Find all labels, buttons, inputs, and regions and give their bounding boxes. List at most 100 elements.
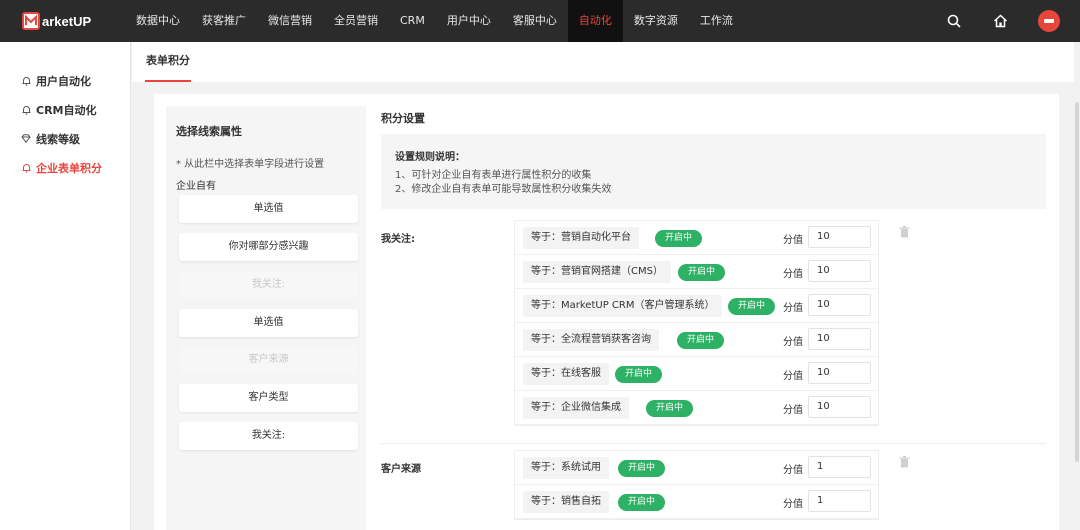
- score-input[interactable]: 10: [808, 226, 871, 248]
- score-rule-row: 等于：系统试用 开启中 分值 1: [515, 451, 878, 485]
- score-input[interactable]: 10: [808, 260, 871, 282]
- score-rule-row: 等于：销售自拓 开启中 分值 1: [515, 485, 878, 519]
- sidebar-item-label: 企业表单积分: [36, 161, 102, 175]
- score-input[interactable]: 1: [808, 490, 871, 512]
- search-icon[interactable]: [946, 13, 962, 29]
- rule-condition: 等于：销售自拓: [523, 491, 609, 513]
- nav-user-center[interactable]: 用户中心: [436, 0, 502, 42]
- attribute-item: 我关注:: [179, 271, 358, 299]
- score-label: 分值: [783, 465, 803, 476]
- status-toggle[interactable]: 开启中: [618, 460, 666, 477]
- score-rule-list: 等于：营销自动化平台 开启中 分值 10 等于：营销官网搭建（CMS） 开启中 分值 10 等于…: [514, 220, 879, 426]
- home-icon[interactable]: [992, 13, 1008, 29]
- tab-bar: 表单积分: [132, 42, 1080, 82]
- nav-automation[interactable]: 自动化: [567, 0, 623, 42]
- rule-condition: 等于：企业微信集成: [523, 397, 629, 419]
- rule-condition: 等于：在线客服: [523, 363, 609, 385]
- status-toggle[interactable]: 开启中: [615, 366, 663, 383]
- attribute-item[interactable]: 我关注:: [179, 422, 358, 450]
- attribute-group-label: 企业自有: [176, 181, 216, 192]
- sidebar-item-label: 线索等级: [36, 132, 80, 146]
- logo-text: arketUP: [42, 13, 92, 29]
- score-label: 分值: [783, 269, 803, 280]
- score-input[interactable]: 10: [808, 396, 871, 418]
- rule-condition: 等于：全流程营销获客咨询: [523, 329, 659, 351]
- status-toggle[interactable]: 开启中: [618, 494, 666, 511]
- score-input[interactable]: 10: [808, 328, 871, 350]
- nav-all-staff-marketing[interactable]: 全员营销: [323, 0, 389, 42]
- marketup-logo[interactable]: arketUP: [22, 0, 125, 42]
- attribute-item[interactable]: 单选值: [179, 195, 358, 223]
- score-label: 分值: [783, 499, 803, 510]
- group-label: 客户来源: [381, 464, 421, 475]
- group-label: 我关注:: [381, 234, 415, 245]
- sidebar-item-user-automation[interactable]: 用户自动化: [0, 66, 130, 95]
- attribute-title: 选择线索属性: [176, 125, 242, 138]
- trash-icon[interactable]: [899, 456, 911, 469]
- bell-icon: [21, 163, 31, 173]
- avatar[interactable]: [1038, 10, 1060, 32]
- tab-form-score[interactable]: 表单积分: [145, 42, 191, 82]
- nav-digital-assets[interactable]: 数字资源: [623, 0, 689, 42]
- sidebar-item-form-score[interactable]: 企业表单积分: [0, 153, 130, 182]
- nav-wechat-marketing[interactable]: 微信营销: [257, 0, 323, 42]
- attribute-item[interactable]: 单选值: [179, 309, 358, 337]
- attribute-item: 客户来源: [179, 346, 358, 374]
- nav-workflow[interactable]: 工作流: [689, 0, 744, 42]
- top-nav-bar: arketUP 数据中心 获客推广 微信营销 全员营销 CRM 用户中心 客服中心 自动化 数字…: [0, 0, 1080, 42]
- score-label: 分值: [783, 337, 803, 348]
- sidebar-item-label: CRM自动化: [36, 103, 97, 117]
- rules-line: 2、修改企业自有表单可能导致属性积分收集失效: [395, 184, 612, 195]
- diamond-icon: [21, 134, 31, 144]
- nav-data-center[interactable]: 数据中心: [125, 0, 191, 42]
- group-divider: [381, 443, 1046, 444]
- nav-service-center[interactable]: 客服中心: [502, 0, 568, 42]
- trash-icon[interactable]: [899, 226, 911, 239]
- status-toggle[interactable]: 开启中: [646, 400, 694, 417]
- score-label: 分值: [783, 303, 803, 314]
- rule-condition: 等于：营销自动化平台: [523, 227, 639, 249]
- score-rule-row: 等于：营销官网搭建（CMS） 开启中 分值 10: [515, 255, 878, 289]
- rule-condition: 等于：MarketUP CRM（客户管理系统）: [523, 295, 723, 317]
- score-rule-row: 等于：全流程营销获客咨询 开启中 分值 10: [515, 323, 878, 357]
- score-rule-list: 等于：系统试用 开启中 分值 1 等于：销售自拓 开启中 分值 1: [514, 450, 879, 520]
- rule-condition: 等于：营销官网搭建（CMS）: [523, 261, 671, 283]
- page-scrollbar[interactable]: [1074, 42, 1080, 530]
- score-label: 分值: [783, 235, 803, 246]
- attribute-item[interactable]: 你对哪部分感兴趣: [179, 233, 358, 261]
- settings-title: 积分设置: [381, 112, 425, 125]
- score-input[interactable]: 10: [808, 362, 871, 384]
- content-panel: 选择线索属性 * 从此栏中选择表单字段进行设置 企业自有 单选值 你对哪部分感兴趣…: [154, 94, 1059, 530]
- rule-condition: 等于：系统试用: [523, 457, 609, 479]
- score-rule-row: 等于：营销自动化平台 开启中 分值 10: [515, 221, 878, 255]
- attribute-item[interactable]: 客户类型: [179, 384, 358, 412]
- sidebar-item-label: 用户自动化: [36, 74, 91, 88]
- attribute-hint: * 从此栏中选择表单字段进行设置: [176, 159, 325, 170]
- sidebar-item-crm-automation[interactable]: CRM自动化: [0, 95, 130, 124]
- status-toggle[interactable]: 开启中: [728, 298, 776, 315]
- rules-box: 设置规则说明： 1、可针对企业自有表单进行属性积分的收集 2、修改企业自有表单可…: [381, 134, 1046, 209]
- score-label: 分值: [783, 405, 803, 416]
- bell-icon: [21, 76, 31, 86]
- sidebar: 用户自动化 CRM自动化 线索等级企业表单积分: [0, 42, 131, 530]
- nav-crm[interactable]: CRM: [389, 0, 436, 42]
- sidebar-item-lead-level[interactable]: 线索等级: [0, 124, 130, 153]
- score-rule-row: 等于：MarketUP CRM（客户管理系统） 开启中 分值 10: [515, 289, 878, 323]
- score-label: 分值: [783, 371, 803, 382]
- scrollbar-thumb[interactable]: [1075, 102, 1079, 462]
- score-input[interactable]: 1: [808, 456, 871, 478]
- score-rule-row: 等于：在线客服 开启中 分值 10: [515, 357, 878, 391]
- score-input[interactable]: 10: [808, 294, 871, 316]
- status-toggle[interactable]: 开启中: [655, 230, 703, 247]
- top-right-actions: [946, 0, 1060, 42]
- bell-icon: [21, 105, 31, 115]
- status-toggle[interactable]: 开启中: [677, 332, 725, 349]
- attribute-column: 选择线索属性 * 从此栏中选择表单字段进行设置 企业自有 单选值 你对哪部分感兴趣…: [166, 106, 366, 530]
- rules-title: 设置规则说明：: [395, 152, 465, 163]
- main-nav: 数据中心 获客推广 微信营销 全员营销 CRM 用户中心 客服中心 自动化 数字资源 工作流: [125, 0, 744, 42]
- score-rule-row: 等于：企业微信集成 开启中 分值 10: [515, 391, 878, 425]
- nav-acquisition[interactable]: 获客推广: [191, 0, 257, 42]
- status-toggle[interactable]: 开启中: [678, 264, 726, 281]
- logo-icon: [22, 12, 40, 30]
- rules-line: 1、可针对企业自有表单进行属性积分的收集: [395, 170, 592, 181]
